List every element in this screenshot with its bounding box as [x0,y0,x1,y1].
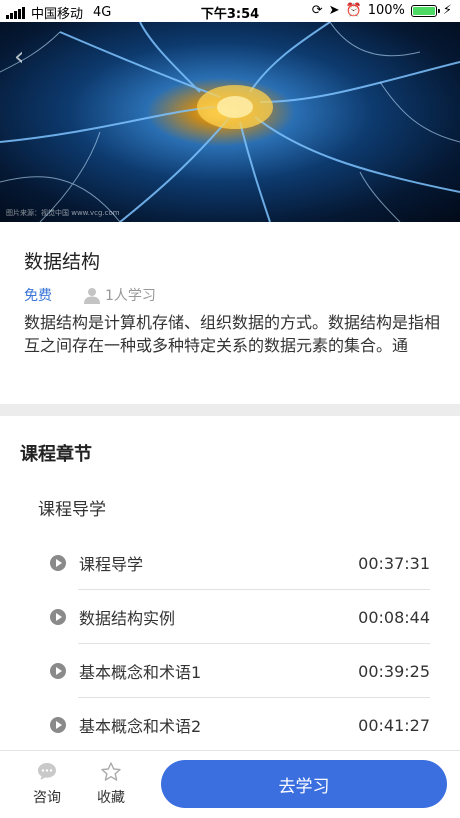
learner-count: 1人学习 [84,285,156,305]
price-label: 免费 [24,288,52,304]
course-description: 数据结构是计算机存储、组织数据的方式。数据结构是指相互之间存在一种或多种特定关系… [24,313,441,355]
battery-icon [410,4,440,17]
image-watermark: 图片来源：视觉中国 www.vcg.com [6,209,120,217]
alarm-icon: ⏰ [345,3,362,18]
star-icon [101,762,121,781]
chapters-heading: 课程章节 [20,444,92,465]
lesson-duration: 00:39:25 [358,661,430,681]
lesson-item[interactable]: 课程导学 00:37:31 [0,536,460,590]
lesson-duration: 00:41:27 [358,715,430,735]
favorite-button[interactable]: 收藏 [86,761,136,807]
lesson-name: 基本概念和术语1 [79,663,202,682]
play-icon [50,717,66,733]
course-meta: 免费 1人学习 [24,285,156,305]
chat-bubble-icon [38,763,56,780]
lesson-list: 课程导学 00:37:31 数据结构实例 00:08:44 基本概念和术语1 0… [0,536,460,752]
status-right: ⟳ ➤ ⏰ 100% ⚡ [312,3,452,18]
lesson-item[interactable]: 基本概念和术语2 00:41:27 [0,698,460,752]
lesson-duration: 00:37:31 [358,553,430,573]
lesson-name: 基本概念和术语2 [79,717,202,736]
location-icon: ➤ [328,3,340,18]
lesson-item[interactable]: 基本概念和术语1 00:39:25 [0,644,460,698]
lesson-item[interactable]: 数据结构实例 00:08:44 [0,590,460,644]
section-divider [0,404,460,416]
play-icon [50,609,66,625]
play-icon [50,663,66,679]
status-bar: 中国移动 4G 下午3:54 ⟳ ➤ ⏰ 100% ⚡ [0,0,460,22]
rotation-lock-icon: ⟳ [311,3,323,18]
bottom-action-bar: 咨询 收藏 去学习 [0,750,460,818]
lesson-name: 数据结构实例 [79,609,176,628]
lesson-name: 课程导学 [79,555,144,574]
favorite-label: 收藏 [97,790,125,806]
consult-button[interactable]: 咨询 [22,761,72,807]
course-title: 数据结构 [24,251,101,273]
neuron-illustration [0,22,460,222]
start-learning-button[interactable]: 去学习 [161,760,447,808]
course-cover-image: ‹ 图片来源：视觉中国 www.vcg.com [0,22,460,222]
lesson-duration: 00:08:44 [358,607,430,627]
battery-percent: 100% [367,3,405,18]
charging-icon: ⚡ [442,3,452,18]
course-detail-page: 中国移动 4G 下午3:54 ⟳ ➤ ⏰ 100% ⚡ ‹ 图片来源：视觉中国 … [0,0,460,818]
play-icon [50,555,66,571]
back-icon[interactable]: ‹ [14,42,24,72]
user-icon [84,287,100,304]
chapter-title: 课程导学 [38,500,106,520]
learner-count-text: 1人学习 [105,288,156,304]
consult-label: 咨询 [33,790,61,806]
